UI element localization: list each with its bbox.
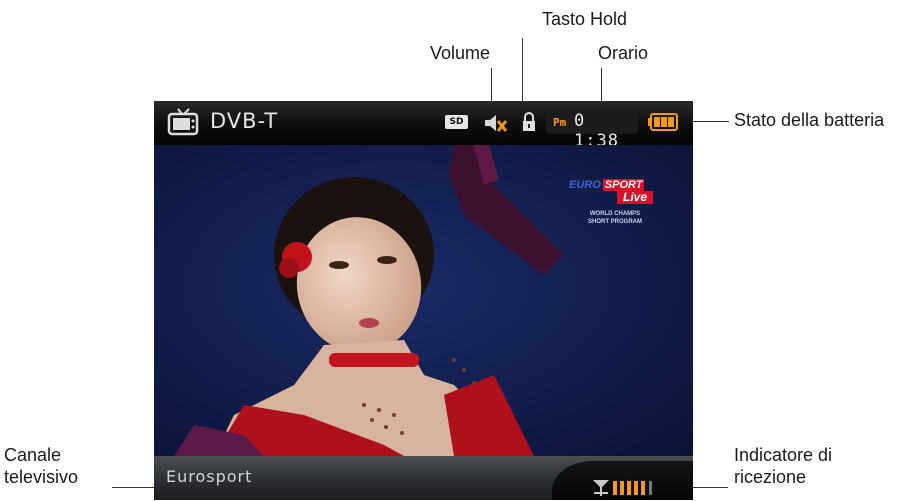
tv-icon [167,108,199,136]
callout-indicatore-line1: Indicatore di [734,445,833,465]
device-screen: DVB-T SD Pm 0 1:38 EURO SPORT Live WORLD… [154,101,693,500]
clock: Pm 0 1:38 [546,110,638,151]
callout-canale-line2: televisivo [4,467,79,487]
status-bar: DVB-T SD Pm 0 1:38 [154,101,693,151]
battery-icon [648,113,678,131]
sd-icon: SD [445,115,468,129]
callout-tasto-hold: Tasto Hold [542,9,628,29]
callout-stato-batteria: Stato della batteria [734,110,885,130]
channel-name: Eurosport [166,467,253,486]
broadcast-logo: EURO SPORT Live WORLD CHAMPS SHORT PROGRA… [569,179,661,226]
hold-lock-icon [523,112,535,131]
volume-muted-icon [485,115,508,132]
leader-tasto-hold [522,38,523,110]
callout-canale-line1: Canale [4,445,62,465]
callout-orario: Orario [598,43,649,63]
callout-indicatore-line2: ricezione [734,467,807,487]
broadcast-logo-live: Live [617,191,653,204]
signal-icon [593,480,652,496]
callout-volume: Volume [430,43,491,63]
app-title: DVB-T [210,109,279,133]
broadcast-logo-euro: EURO [569,179,601,191]
clock-ampm: Pm [553,116,567,129]
broadcast-caption-2: SHORT PROGRAM [588,219,642,225]
broadcast-caption-1: WORLD CHAMPS [589,211,641,217]
